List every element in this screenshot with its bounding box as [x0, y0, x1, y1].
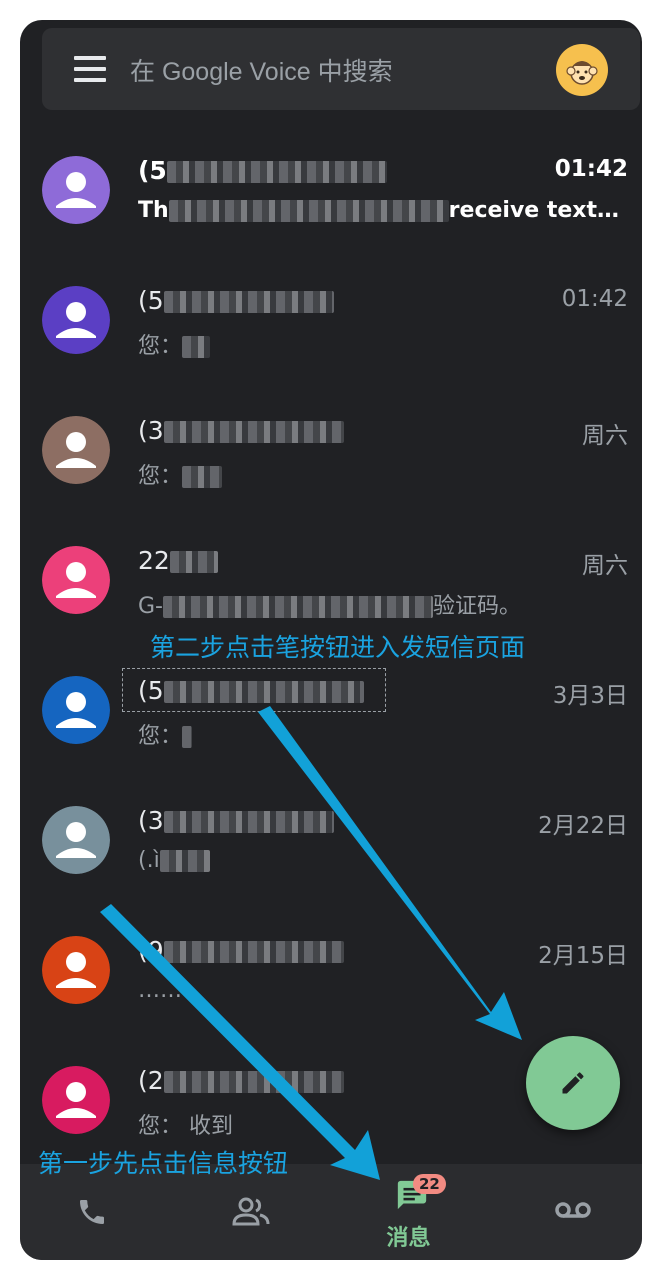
contact-name: (5 — [138, 156, 167, 185]
annotation-step-two: 第二步点击笔按钮进入发短信页面 — [150, 633, 526, 662]
search-placeholder[interactable]: 在 Google Voice 中搜索 — [130, 52, 393, 88]
message-snippet: …… — [138, 978, 182, 1003]
contact-avatar-icon — [42, 156, 110, 224]
phone-icon — [80, 1200, 104, 1224]
conversation-item[interactable]: (9 2月15日 …… — [20, 918, 642, 1048]
contact-avatar-icon — [42, 936, 110, 1004]
message-time: 01:42 — [554, 156, 628, 182]
message-snippet: 您： — [138, 724, 183, 749]
contact-name: (2 — [138, 1066, 164, 1095]
conversation-item[interactable]: (3 2月22日 (.ì — [20, 788, 642, 918]
contact-name: (5 — [138, 286, 164, 315]
conversation-item[interactable]: (3 周六 您： — [20, 398, 642, 528]
contact-avatar-icon — [42, 676, 110, 744]
contact-avatar-icon — [42, 416, 110, 484]
account-avatar[interactable] — [556, 44, 608, 96]
voicemail-icon — [555, 1202, 591, 1218]
message-snippet-end: 验证码。 — [433, 594, 522, 619]
message-snippet: (.ì — [138, 848, 160, 873]
contact-avatar-icon — [42, 1066, 110, 1134]
annotation-step-one: 第一步先点击信息按钮 — [38, 1149, 289, 1178]
contact-name: (3 — [138, 806, 164, 835]
selection-box — [122, 668, 386, 712]
conversation-item[interactable]: (5 01:42 您： — [20, 268, 642, 398]
message-time: 2月22日 — [538, 813, 628, 839]
conversation-item[interactable]: (5 01:42 Th receive text… — [20, 138, 642, 268]
message-time: 3月3日 — [552, 683, 628, 709]
message-snippet: 您： — [138, 1114, 183, 1139]
message-time: 周六 — [582, 553, 628, 579]
pencil-icon — [562, 1072, 584, 1094]
message-snippet: G- — [138, 594, 163, 619]
contact-name: (3 — [138, 416, 164, 445]
contact-name: (9 — [138, 936, 164, 965]
compose-button[interactable] — [526, 1036, 620, 1130]
message-time: 周六 — [582, 423, 628, 449]
contact-avatar-icon — [42, 806, 110, 874]
contact-avatar-icon — [42, 546, 110, 614]
contacts-icon — [232, 1197, 270, 1226]
message-time: 2月15日 — [538, 943, 628, 969]
nav-voicemail-button[interactable] — [486, 1164, 641, 1260]
message-snippet-end: 收到 — [189, 1114, 234, 1139]
message-snippet-end: receive text… — [448, 198, 620, 223]
message-snippet: 您： — [138, 334, 183, 359]
hamburger-menu-icon[interactable] — [74, 56, 106, 82]
message-snippet: Th — [138, 198, 169, 223]
message-snippet: 您： — [138, 464, 183, 489]
nav-messages-label: 消息 — [386, 1226, 431, 1251]
contact-name: 22 — [138, 546, 170, 575]
contact-avatar-icon — [42, 286, 110, 354]
unread-count-badge: 22 — [413, 1174, 446, 1194]
message-time: 01:42 — [561, 286, 628, 312]
nav-messages-button[interactable]: 22 消息 — [331, 1164, 486, 1260]
search-bar[interactable]: 在 Google Voice 中搜索 — [42, 28, 640, 110]
